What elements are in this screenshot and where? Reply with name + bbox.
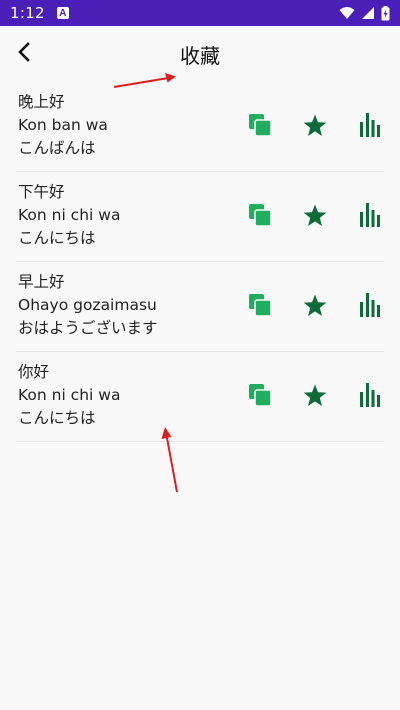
copy-icon [248,293,272,321]
item-actions [246,293,384,321]
phrase-text: 你好 Kon ni chi wa こんにちは [18,361,120,430]
annotation-arrow-list [161,427,178,493]
audio-bars-icon [359,113,381,141]
japanese-text: おはようございます [18,319,158,337]
status-time: 1:12 [10,4,45,22]
romaji-text: Kon ban wa [18,116,108,134]
item-actions [246,383,384,411]
copy-button[interactable] [246,203,274,231]
romaji-text: Kon ni chi wa [18,206,121,224]
audio-bars-icon [359,293,381,321]
list-item: 下午好 Kon ni chi wa こんにちは [16,172,384,262]
favorite-button[interactable] [301,383,329,411]
copy-icon [248,113,272,141]
app-notification-icon: A [56,7,69,19]
chinese-text: 你好 [18,363,50,381]
app-bar: 收藏 [0,26,400,82]
play-audio-button[interactable] [356,203,384,231]
item-actions [246,203,384,231]
star-icon [303,114,327,141]
copy-button[interactable] [246,293,274,321]
copy-button[interactable] [246,383,274,411]
favorite-button[interactable] [301,293,329,321]
copy-button[interactable] [246,113,274,141]
japanese-text: こんにちは [18,409,96,427]
audio-bars-icon [359,203,381,231]
play-audio-button[interactable] [356,113,384,141]
wifi-icon [339,6,355,20]
annotation-arrow-title [113,73,176,88]
phrase-text: 晚上好 Kon ban wa こんばんは [18,91,108,160]
battery-charging-icon [381,5,390,21]
play-audio-button[interactable] [356,293,384,321]
copy-icon [248,203,272,231]
romaji-text: Kon ni chi wa [18,386,121,404]
audio-bars-icon [359,383,381,411]
list-item: 早上好 Ohayo gozaimasu おはようございます [16,262,384,352]
phrase-text: 下午好 Kon ni chi wa こんにちは [18,181,120,250]
chinese-text: 下午好 [18,183,65,201]
romaji-text: Ohayo gozaimasu [18,296,157,314]
copy-icon [248,383,272,411]
item-actions [246,113,384,141]
chinese-text: 早上好 [18,273,65,291]
favorites-list: 晚上好 Kon ban wa こんばんは 下午好 Kon ni chi wa こ… [16,82,384,442]
japanese-text: こんばんは [18,139,96,157]
signal-icon [361,6,375,20]
star-icon [303,294,327,321]
phrase-text: 早上好 Ohayo gozaimasu おはようございます [18,271,158,340]
favorite-button[interactable] [301,203,329,231]
star-icon [303,204,327,231]
japanese-text: こんにちは [18,229,96,247]
chinese-text: 晚上好 [18,93,65,111]
star-icon [303,384,327,411]
play-audio-button[interactable] [356,383,384,411]
page-title: 收藏 [180,44,220,68]
favorite-button[interactable] [301,113,329,141]
status-bar: 1:12 A [0,0,400,26]
status-icons [339,5,390,21]
list-item: 你好 Kon ni chi wa こんにちは [16,352,384,442]
list-item: 晚上好 Kon ban wa こんばんは [16,82,384,172]
